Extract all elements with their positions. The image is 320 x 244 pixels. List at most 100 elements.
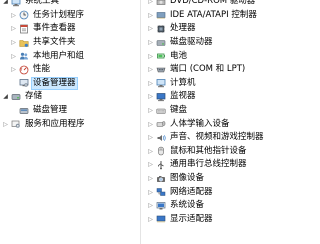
expand-arrow-icon[interactable]: ▷ bbox=[147, 120, 154, 129]
dvd-drive-icon bbox=[156, 0, 166, 5]
device-manager-icon bbox=[19, 79, 29, 88]
expand-arrow-icon[interactable]: ▷ bbox=[147, 65, 154, 74]
left_tree-item-label: 本地用户和组 bbox=[33, 50, 85, 61]
right_tree-item-label: 监视器 bbox=[170, 91, 196, 102]
left_tree-item[interactable]: ▷ 服务和应用程序 bbox=[0, 117, 142, 131]
services-icon bbox=[11, 120, 20, 128]
monitor-icon bbox=[156, 93, 166, 102]
expand-arrow-icon[interactable]: ▷ bbox=[147, 79, 154, 88]
expand-arrow-icon[interactable]: ▷ bbox=[10, 38, 17, 47]
left_tree-item[interactable]: 设备管理器 bbox=[0, 76, 142, 91]
expand-arrow-icon[interactable]: ▷ bbox=[147, 133, 154, 142]
right_tree-item[interactable]: ▷ 网络适配器 bbox=[143, 185, 268, 199]
right_tree-item-label: DVD/CD-ROM 驱动器 bbox=[170, 0, 256, 7]
event-viewer-icon bbox=[20, 24, 28, 34]
left_tree-item[interactable]: ▷ 事件查看器 bbox=[0, 22, 142, 36]
expand-arrow-icon[interactable]: ▷ bbox=[10, 24, 17, 33]
usb-icon bbox=[158, 160, 164, 170]
expand-arrow-icon[interactable]: ▷ bbox=[147, 38, 154, 47]
expand-arrow-icon[interactable]: ▷ bbox=[147, 201, 154, 210]
right_tree-item-label: 显示适配器 bbox=[170, 213, 213, 224]
processor-icon bbox=[157, 24, 165, 33]
left_tree-item-label: 任务计划程序 bbox=[33, 9, 85, 20]
expand-arrow-icon[interactable]: ▷ bbox=[147, 52, 154, 61]
right_tree-item-label: 磁盘驱动器 bbox=[170, 37, 213, 48]
performance-icon bbox=[19, 65, 29, 75]
no-expander bbox=[10, 106, 17, 115]
sound-icon bbox=[157, 134, 166, 141]
expand-arrow-icon[interactable]: ▷ bbox=[147, 11, 154, 20]
left_tree-item[interactable]: ▷ 性能 bbox=[0, 63, 142, 77]
right_tree-item-label: 电池 bbox=[170, 50, 188, 61]
left_tree-item-label: 系统工具 bbox=[25, 0, 60, 7]
expand-arrow-icon[interactable]: ▷ bbox=[2, 120, 9, 129]
storage-icon bbox=[11, 94, 21, 100]
right_tree-item-label: 计算机 bbox=[170, 77, 196, 88]
right_tree-item[interactable]: ▷ 系统设备 bbox=[143, 199, 268, 213]
left_tree-item[interactable]: ▷ 任务计划程序 bbox=[0, 9, 142, 23]
left_tree-item-label: 共享文件夹 bbox=[33, 37, 76, 48]
right_tree-item-label: 通用串行总线控制器 bbox=[170, 159, 247, 170]
right_tree-item-label: 人体学输入设备 bbox=[170, 118, 230, 129]
right_tree-item-label: IDE ATA/ATAPI 控制器 bbox=[170, 9, 257, 20]
console-tree-pane: ◢ 系统工具 ▷ 任务计划程序 ▷ 事件查看器 ▷ 共享文件夹 ▷ 本地用户和组 ▷ 性能 设备管理器 ◢… bbox=[0, 0, 142, 244]
left_tree-item[interactable]: ▷ 共享文件夹 bbox=[0, 36, 142, 50]
expand-arrow-icon[interactable]: ▷ bbox=[147, 160, 154, 169]
port-icon bbox=[156, 67, 166, 73]
left_tree-item[interactable]: ◢ 存储 bbox=[0, 90, 142, 104]
right_tree-item-label: 端口 (COM 和 LPT) bbox=[170, 64, 246, 75]
disk-management-icon bbox=[19, 107, 29, 114]
left_tree-item-label: 设备管理器 bbox=[31, 76, 78, 90]
collapse-arrow-icon[interactable]: ◢ bbox=[2, 0, 9, 6]
shared-folder-icon bbox=[19, 39, 29, 47]
right_tree-item-label: 声音、视频和游戏控制器 bbox=[170, 132, 264, 143]
right_tree-item[interactable]: ▷ 声音、视频和游戏控制器 bbox=[143, 131, 268, 145]
expand-arrow-icon[interactable]: ▷ bbox=[147, 174, 154, 183]
right_tree-item[interactable]: ▷ 图像设备 bbox=[143, 172, 268, 186]
right_tree-item[interactable]: ▷ 电池 bbox=[143, 49, 268, 63]
left_tree-item[interactable]: ◢ 系统工具 bbox=[0, 0, 142, 9]
computer-icon bbox=[11, 0, 21, 6]
expand-arrow-icon[interactable]: ▷ bbox=[147, 106, 154, 115]
right_tree-item[interactable]: ▷ IDE ATA/ATAPI 控制器 bbox=[143, 9, 268, 23]
expand-arrow-icon[interactable]: ▷ bbox=[147, 215, 154, 224]
expand-arrow-icon[interactable]: ▷ bbox=[10, 52, 17, 61]
right_tree-item[interactable]: ▷ 键盘 bbox=[143, 104, 268, 118]
expand-arrow-icon[interactable]: ▷ bbox=[10, 65, 17, 74]
users-icon bbox=[20, 52, 28, 60]
left_tree-item-label: 服务和应用程序 bbox=[25, 118, 85, 129]
right_tree-item-label: 键盘 bbox=[170, 105, 188, 116]
keyboard-icon bbox=[156, 108, 166, 114]
right_tree-item[interactable]: ▷ 处理器 bbox=[143, 22, 268, 36]
pane-divider[interactable] bbox=[140, 0, 141, 244]
left_tree-item[interactable]: ▷ 本地用户和组 bbox=[0, 49, 142, 63]
expand-arrow-icon[interactable]: ▷ bbox=[147, 24, 154, 33]
right_tree-item[interactable]: ▷ 磁盘驱动器 bbox=[143, 36, 268, 50]
left_tree-item[interactable]: 磁盘管理 bbox=[0, 104, 142, 118]
right_tree-item-label: 网络适配器 bbox=[170, 186, 213, 197]
right_tree-item[interactable]: ▷ 端口 (COM 和 LPT) bbox=[143, 63, 268, 77]
display-adapter-icon bbox=[156, 215, 166, 223]
expand-arrow-icon[interactable]: ▷ bbox=[147, 92, 154, 101]
right_tree-item[interactable]: ▷ DVD/CD-ROM 驱动器 bbox=[143, 0, 268, 9]
right_tree-item[interactable]: ▷ 人体学输入设备 bbox=[143, 117, 268, 131]
console-tree: ◢ 系统工具 ▷ 任务计划程序 ▷ 事件查看器 ▷ 共享文件夹 ▷ 本地用户和组 ▷ 性能 设备管理器 ◢… bbox=[0, 0, 142, 131]
right_tree-item[interactable]: ▷ 计算机 bbox=[143, 77, 268, 91]
imaging-device-icon bbox=[157, 175, 165, 182]
no-expander bbox=[10, 79, 17, 88]
expand-arrow-icon[interactable]: ▷ bbox=[147, 0, 154, 6]
network-adapter-icon bbox=[156, 188, 166, 196]
expand-arrow-icon[interactable]: ▷ bbox=[147, 147, 154, 156]
expand-arrow-icon[interactable]: ▷ bbox=[147, 188, 154, 197]
left_tree-item-label: 事件查看器 bbox=[33, 23, 76, 34]
right_tree-item[interactable]: ▷ 鼠标和其他指针设备 bbox=[143, 145, 268, 159]
expand-arrow-icon[interactable]: ▷ bbox=[10, 11, 17, 20]
right_tree-item-label: 处理器 bbox=[170, 23, 196, 34]
right_tree-item-label: 图像设备 bbox=[170, 173, 205, 184]
right_tree-item[interactable]: ▷ 监视器 bbox=[143, 90, 268, 104]
right_tree-item[interactable]: ▷ 通用串行总线控制器 bbox=[143, 158, 268, 172]
mouse-icon bbox=[158, 147, 164, 156]
left_tree-item-label: 存储 bbox=[25, 91, 43, 102]
right_tree-item[interactable]: ▷ 显示适配器 bbox=[143, 213, 268, 227]
collapse-arrow-icon[interactable]: ◢ bbox=[2, 92, 9, 101]
